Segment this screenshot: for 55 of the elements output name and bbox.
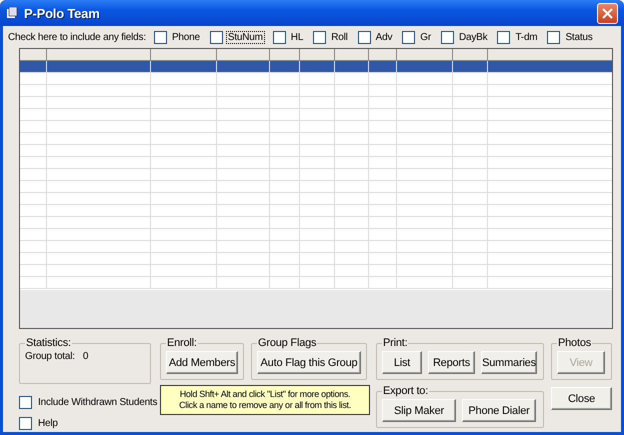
close-icon[interactable] [597, 2, 618, 24]
push-button[interactable]: Auto Flag this Group [257, 351, 361, 374]
field-option-label: Adv [374, 30, 394, 44]
column-header[interactable] [270, 49, 300, 61]
selected-row[interactable] [20, 61, 612, 73]
group-label: Photos [557, 337, 592, 349]
column-header[interactable] [453, 49, 488, 61]
field-option-label: Gr [419, 30, 432, 44]
checkbox[interactable] [440, 30, 454, 44]
field-option-label: T-dm [514, 30, 538, 44]
column-header[interactable] [20, 49, 47, 61]
push-button[interactable]: Summaries [481, 351, 537, 374]
close-button[interactable]: Close [551, 387, 612, 410]
window-title: P-Polo Team [24, 6, 101, 20]
checkbox[interactable] [154, 30, 167, 44]
group-label: Statistics: [25, 337, 72, 349]
checkbox[interactable] [210, 30, 223, 44]
column-header[interactable] [335, 49, 369, 61]
field-option-label: StuNum [226, 30, 265, 44]
column-header[interactable] [151, 49, 217, 61]
checkbox[interactable] [497, 30, 510, 44]
checkbox[interactable] [19, 396, 32, 409]
group-label: Export to: [382, 385, 430, 397]
column-header[interactable] [300, 49, 335, 61]
group-label: Print: [382, 337, 408, 349]
checkbox[interactable] [272, 30, 286, 44]
checkbox[interactable] [547, 30, 560, 44]
field-option-label: Phone [170, 30, 201, 44]
field-option-label: DayBk [458, 30, 488, 44]
column-header[interactable] [217, 49, 270, 61]
checkbox[interactable] [19, 417, 32, 430]
push-button[interactable]: Phone Dialer [462, 399, 536, 422]
checkbox-label: Help [38, 418, 58, 429]
push-button[interactable]: List [382, 351, 422, 374]
checkbox[interactable] [313, 30, 326, 44]
app-icon [6, 7, 18, 19]
group-total-value: 0 [82, 351, 88, 362]
push-button[interactable]: Slip Maker [382, 399, 456, 422]
group-label: Enroll: [166, 337, 198, 349]
hint-text: Click a name to remove any or all from this list. [178, 400, 352, 411]
group-label: Group Flags [257, 337, 318, 349]
checkbox[interactable] [358, 30, 371, 44]
checkbox[interactable] [402, 30, 416, 44]
checkbox-label: Include Withdrawn Students [38, 397, 158, 408]
hint-text: Hold Shft+ Alt and click "List" for more options. [178, 389, 352, 400]
field-option-label: HL [290, 30, 304, 44]
field-option-label: Status [564, 30, 594, 44]
column-header[interactable] [47, 49, 151, 61]
push-button[interactable]: Reports [428, 351, 475, 374]
column-header[interactable] [369, 49, 397, 61]
column-header[interactable] [397, 49, 453, 61]
field-option-label: Roll [330, 30, 349, 44]
fields-label: Check here to include any fields: [8, 32, 146, 42]
group-total-label: Group total: [25, 351, 75, 362]
push-button[interactable]: Add Members [166, 351, 238, 374]
